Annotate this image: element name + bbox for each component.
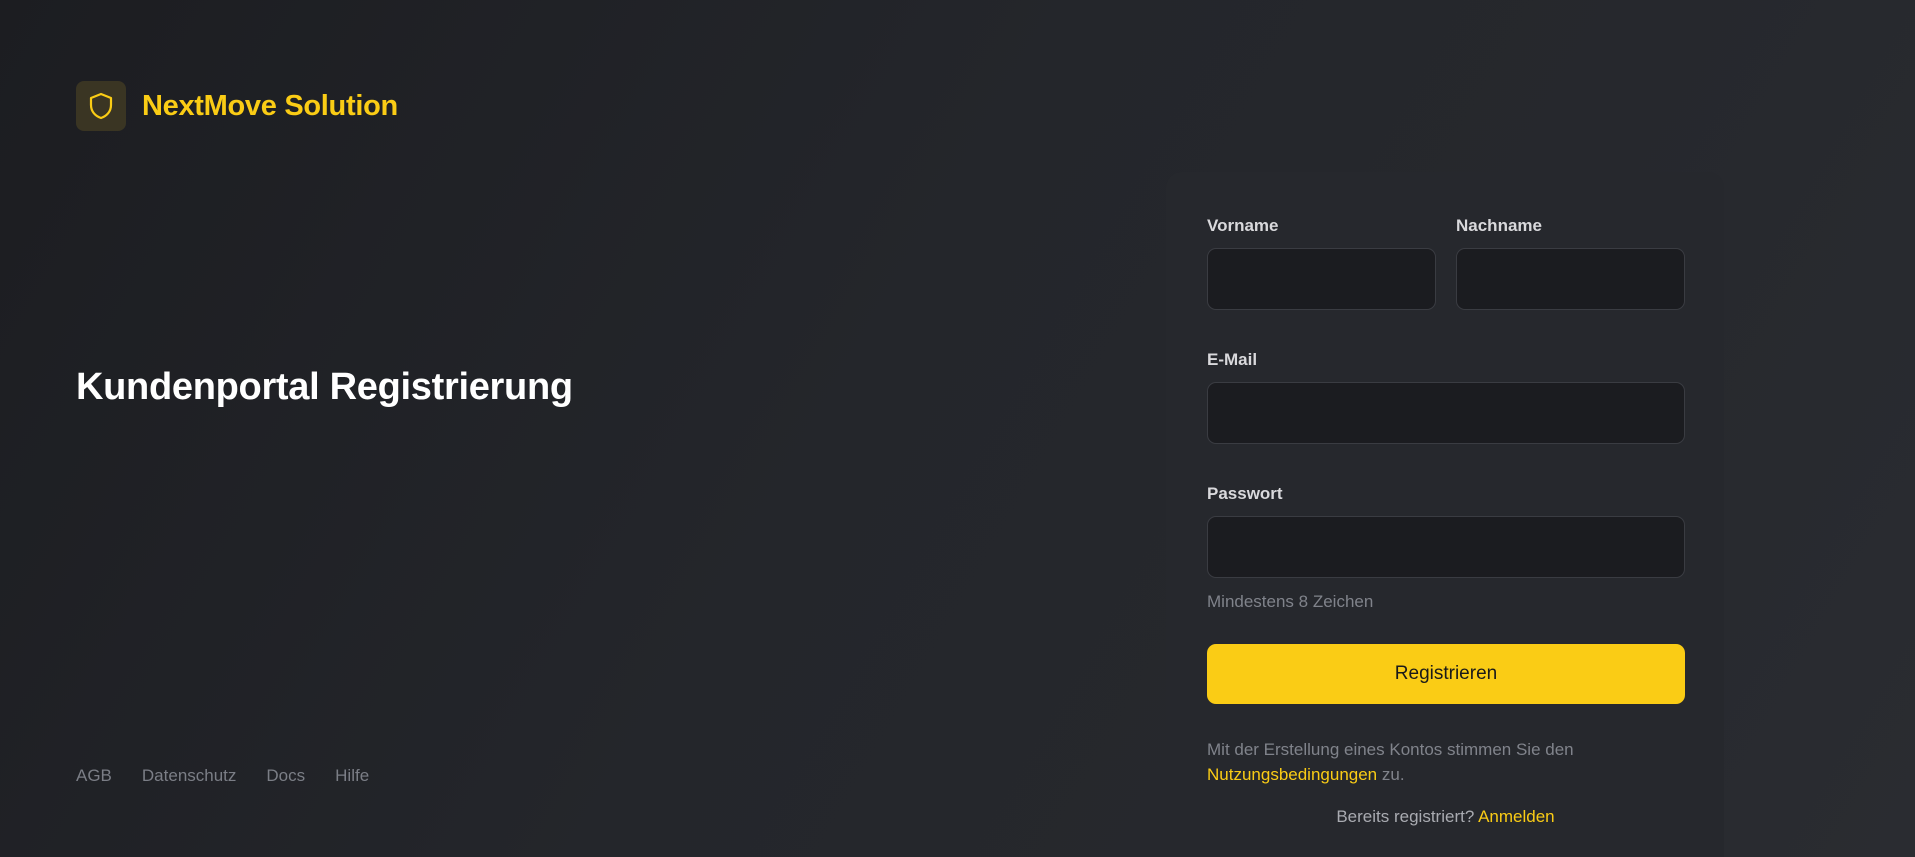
email-field-group: E-Mail bbox=[1207, 350, 1685, 444]
terms-text: Mit der Erstellung eines Kontos stimmen … bbox=[1207, 737, 1684, 787]
name-row: Vorname Nachname bbox=[1207, 216, 1685, 310]
registration-card: Vorname Nachname E-Mail Passwort Mindest… bbox=[1166, 172, 1724, 857]
shield-icon bbox=[76, 81, 126, 131]
terms-suffix: zu. bbox=[1381, 765, 1405, 784]
brand-name: NextMove Solution bbox=[142, 89, 398, 122]
password-field-group: Passwort bbox=[1207, 484, 1685, 578]
last-name-input[interactable] bbox=[1456, 248, 1685, 310]
terms-prefix: Mit der Erstellung eines Kontos stimmen … bbox=[1207, 740, 1574, 759]
first-name-field-group: Vorname bbox=[1207, 216, 1436, 310]
email-input[interactable] bbox=[1207, 382, 1685, 444]
last-name-label: Nachname bbox=[1456, 216, 1542, 235]
footer-link-docs[interactable]: Docs bbox=[266, 766, 305, 786]
login-prompt: Bereits registriert? Anmelden bbox=[1207, 807, 1684, 827]
register-button[interactable]: Registrieren bbox=[1207, 644, 1685, 704]
email-label: E-Mail bbox=[1207, 350, 1258, 369]
footer-link-agb[interactable]: AGB bbox=[76, 766, 112, 786]
password-input[interactable] bbox=[1207, 516, 1685, 578]
first-name-label: Vorname bbox=[1207, 216, 1279, 235]
terms-link[interactable]: Nutzungsbedingungen bbox=[1207, 765, 1377, 784]
first-name-input[interactable] bbox=[1207, 248, 1436, 310]
brand: NextMove Solution bbox=[76, 81, 398, 131]
login-link[interactable]: Anmelden bbox=[1478, 807, 1555, 826]
login-prompt-text: Bereits registriert? bbox=[1336, 807, 1475, 826]
last-name-field-group: Nachname bbox=[1456, 216, 1685, 310]
password-label: Passwort bbox=[1207, 484, 1283, 503]
footer-links: AGB Datenschutz Docs Hilfe bbox=[76, 766, 369, 786]
footer-link-hilfe[interactable]: Hilfe bbox=[335, 766, 369, 786]
footer-link-datenschutz[interactable]: Datenschutz bbox=[142, 766, 237, 786]
password-hint: Mindestens 8 Zeichen bbox=[1207, 592, 1374, 611]
page-title: Kundenportal Registrierung bbox=[76, 366, 573, 408]
